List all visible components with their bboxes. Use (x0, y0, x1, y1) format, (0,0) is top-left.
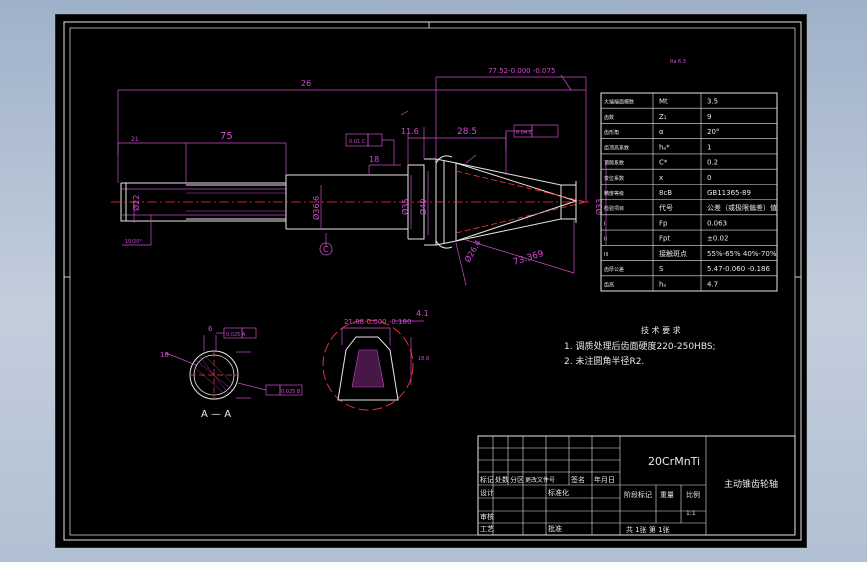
param-cell: S (659, 265, 664, 273)
tech-title: 技 术 要 求 (641, 325, 681, 335)
tech-requirements: 技 术 要 求 1. 调质处理后齿面硬度220-250HBS; 2. 未注圆角半… (564, 325, 716, 367)
material: 20CrMnTi (648, 455, 700, 468)
param-cell: Mt (659, 98, 668, 106)
param-cell: Fp (659, 219, 668, 227)
tb-zone: 分区 (510, 475, 524, 484)
datum-c-label: C (323, 245, 329, 254)
dim-26: 26 (301, 79, 311, 88)
dim-4-1: 4.1 (416, 309, 429, 318)
param-cell: 齿数 (604, 114, 614, 121)
param-cell: I (604, 221, 605, 227)
dim-73: 73.369 (512, 249, 545, 268)
tb-review: 审核 (480, 512, 494, 521)
dim-40: Ø40 (418, 199, 428, 215)
part-name: 主动锥齿轮轴 (724, 478, 778, 490)
section-label: A — A (201, 409, 231, 420)
param-cell: 55%-65% 40%-70% (707, 250, 777, 258)
tb-scale: 比例 (686, 490, 700, 499)
dim-21: 21 (131, 136, 139, 143)
drawing-sheet: 26 77.52-0.000 -0.075 21 75 11.6 28.5 18… (55, 14, 807, 548)
gear-param-table: 大端端面模数 Mt 3.5 齿数 Z₁ 9 齿形角 α 20° 齿顶高系数 hₐ* 1 顶隙系数 C* 0.… (600, 92, 778, 292)
dim-75: 75 (220, 131, 233, 142)
param-cell: 精度等级 (604, 190, 624, 197)
title-block: 20CrMnTi 主动锥齿轮轴 标记 处数 分区 更改文件号 签名 年月日 设计… (477, 435, 796, 536)
tol-frame-1: 0.01 C (349, 139, 366, 145)
param-cell: C* (659, 159, 668, 167)
tb-changefile: 更改文件号 (525, 476, 555, 484)
param-cell: 接触斑点 (659, 249, 687, 258)
param-cell: 公差（或极限偏差）值 (707, 203, 777, 212)
shaft-main-view (111, 155, 591, 249)
datum-c: C (319, 242, 333, 256)
cad-canvas: 26 77.52-0.000 -0.075 21 75 11.6 28.5 18… (63, 21, 802, 541)
param-cell: 4.7 (707, 280, 718, 288)
tb-sheet: 共 1张 第 1张 (626, 525, 670, 534)
param-cell: 大端端面模数 (604, 99, 634, 106)
dim-18-sec: 18 (160, 351, 169, 359)
dim-77: 77.52-0.000 -0.075 (488, 67, 555, 75)
dim-21-88: 21.88-0.000 -0.180 (344, 318, 411, 326)
tech-line-2: 2. 未注圆角半径R2. (564, 355, 644, 367)
param-cell: 齿高 (604, 281, 614, 288)
tb-approve: 批准 (548, 524, 562, 533)
tol-frame-3: 0.025 B (281, 389, 301, 395)
dim-22: Ø22 (131, 195, 141, 211)
dim-10-20: 10/20° (125, 239, 142, 245)
dim-18-8: 18.8 (418, 356, 429, 362)
tb-sign: 签名 (571, 475, 585, 484)
tooth-detail-view: 21.88-0.000 -0.180 4.1 18.8 (322, 309, 429, 411)
param-cell: Z₁ (659, 113, 667, 121)
tb-design: 设计 (480, 488, 494, 497)
dim-36-6: Ø36.6 (311, 196, 321, 220)
dim-28-5: 28.5 (457, 127, 477, 137)
param-cell: α (659, 128, 664, 136)
param-cell: 齿厚公差 (604, 266, 624, 273)
dim-35: Ø35 (400, 199, 410, 215)
param-cell: GB11365-89 (707, 189, 751, 197)
dim-18: 18 (369, 155, 379, 164)
param-cell: 0.2 (707, 159, 718, 167)
tech-line-1: 1. 调质处理后齿面硬度220-250HBS; (564, 340, 716, 352)
param-cell: 9 (707, 113, 711, 121)
param-cell: 变位系数 (604, 175, 624, 182)
tb-mark: 标记 (480, 475, 494, 484)
param-cell: 8cB (659, 189, 672, 197)
param-cell: Fpt (659, 235, 670, 243)
tb-count: 处数 (495, 475, 509, 484)
dim-26-4: Ø26.4 (462, 238, 483, 264)
tb-std: 标准化 (548, 488, 569, 497)
section-aa-view: 6 18 0.025 B 0.025 A A — A (160, 325, 303, 420)
param-cell: 顶隙系数 (604, 160, 624, 167)
param-cell: hₐ* (659, 143, 670, 151)
param-cell: 齿顶高系数 (604, 144, 629, 151)
dim-6: 6 (208, 325, 213, 333)
param-cell: 0 (707, 174, 711, 182)
param-cell: 代号 (659, 203, 673, 212)
param-cell: 3.5 (707, 98, 718, 106)
dim-33: Ø33 (594, 199, 604, 215)
tb-craft: 工艺 (480, 525, 494, 533)
tol-frame-2: 0.04 C (516, 130, 533, 136)
tb-date: 年月日 (594, 475, 615, 484)
param-cell: II (604, 237, 607, 243)
roughness-mark: Ra 6.3 (670, 59, 686, 65)
tb-scale-value: 1:1 (686, 510, 696, 517)
param-cell: 5.47-0.060 -0.186 (707, 265, 770, 273)
param-cell: 1 (707, 143, 711, 151)
param-cell: ±0.02 (707, 235, 728, 243)
param-cell: x (659, 174, 663, 182)
param-cell: 齿形角 (604, 129, 619, 136)
param-cell: 20° (707, 128, 719, 136)
tol-frame-4: 0.025 A (226, 332, 246, 338)
tb-weight: 重量 (660, 491, 674, 499)
param-cell: 检验项目 (604, 205, 624, 212)
tb-stage: 阶段标记 (624, 490, 652, 499)
param-cell: hₐ (659, 280, 666, 288)
param-cell: 0.063 (707, 219, 727, 227)
dim-11-6: 11.6 (401, 127, 419, 136)
param-cell: III (604, 252, 608, 258)
